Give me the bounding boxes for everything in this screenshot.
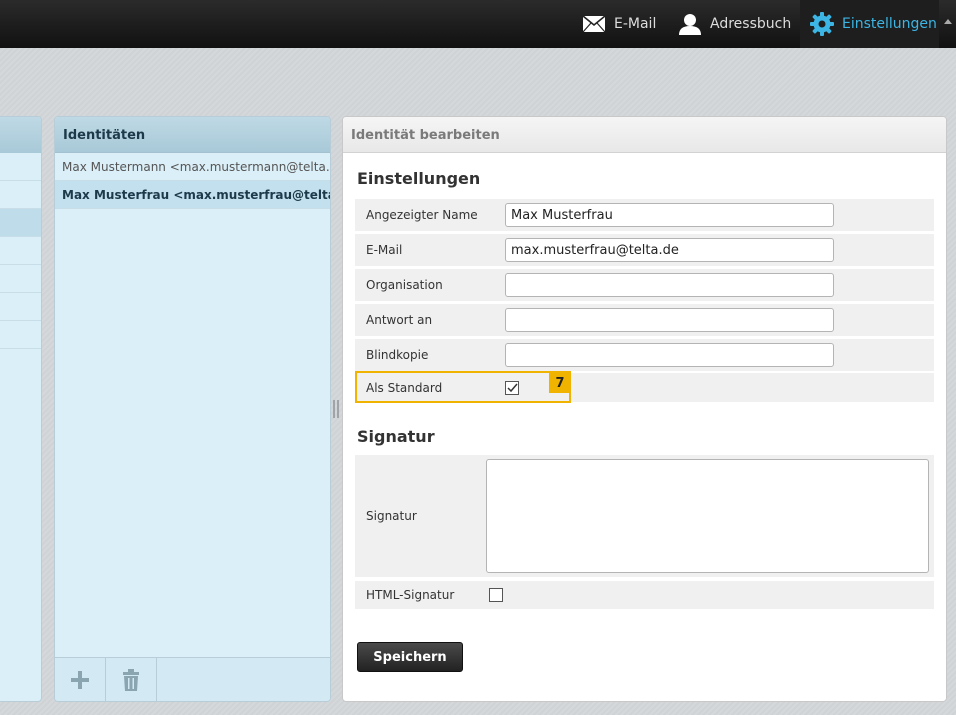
add-identity-button[interactable] [55,658,106,701]
html-signature-checkbox[interactable] [489,588,503,602]
identity-item[interactable]: Max Mustermann <max.mustermann@telta.de> [55,153,330,181]
section-item[interactable] [0,181,41,209]
nav-addressbook-label: Adressbuch [710,16,792,32]
identities-toolbar [55,657,330,701]
email-input[interactable] [505,238,834,262]
row-email: E-Mail [355,234,934,266]
row-organisation: Organisation [355,269,934,301]
delete-identity-button[interactable] [106,658,157,701]
display-name-input[interactable] [505,203,834,227]
row-signature: Signatur [355,455,934,577]
step-badge: 7 [549,373,571,393]
panel-splitter[interactable] [333,400,339,418]
edit-identity-title: Identität bearbeiten [343,117,946,153]
row-default: Als Standard [355,373,934,402]
top-bar: E-Mail Adressbuch Einstellungen [0,0,956,48]
identities-title: Identitäten [55,117,330,153]
reply-to-input[interactable] [505,308,834,332]
row-html-signature: HTML-Signatur [355,581,934,609]
signature-label: Signatur [366,509,417,523]
gear-icon [810,12,834,36]
save-button[interactable]: Speichern [357,642,463,672]
row-bcc: Blindkopie [355,339,934,371]
signature-section-title: Signatur [357,427,435,446]
email-label: E-Mail [366,243,403,257]
nav-settings-label: Einstellungen [842,16,937,32]
signature-textarea[interactable] [486,459,929,573]
settings-section-title: Einstellungen [357,169,481,188]
identity-item-selected[interactable]: Max Musterfrau <max.musterfrau@telta.de> [55,181,330,209]
default-checkbox[interactable] [505,380,519,395]
row-reply-to: Antwort an [355,304,934,336]
html-signature-label: HTML-Signatur [366,588,455,602]
sections-header [0,117,41,153]
user-icon [679,14,701,35]
section-item[interactable] [0,293,41,321]
nav-email[interactable]: E-Mail [582,0,656,48]
bcc-input[interactable] [505,343,834,367]
section-item[interactable] [0,153,41,181]
edit-identity-panel: Identität bearbeiten Einstellungen Angez… [342,116,947,702]
checkmark-icon [506,383,518,392]
organisation-label: Organisation [366,278,443,292]
section-item-selected[interactable] [0,209,41,237]
plus-icon [71,671,89,689]
display-name-label: Angezeigter Name [366,208,478,222]
section-item[interactable] [0,265,41,293]
settings-sections-panel [0,116,42,702]
section-item[interactable] [0,237,41,265]
reply-to-label: Antwort an [366,313,433,327]
nav-addressbook[interactable]: Adressbuch [678,0,791,48]
bcc-label: Blindkopie [366,348,429,362]
default-label: Als Standard [366,380,443,395]
scroll-up-icon[interactable] [940,14,956,30]
trash-icon [123,669,139,691]
nav-email-label: E-Mail [614,16,657,32]
section-item[interactable] [0,321,41,349]
identities-panel: Identitäten Max Mustermann <max.musterma… [54,116,331,702]
nav-settings[interactable]: Einstellungen [800,0,939,48]
organisation-input[interactable] [505,273,834,297]
row-display-name: Angezeigter Name [355,199,934,231]
envelope-icon [582,15,606,33]
